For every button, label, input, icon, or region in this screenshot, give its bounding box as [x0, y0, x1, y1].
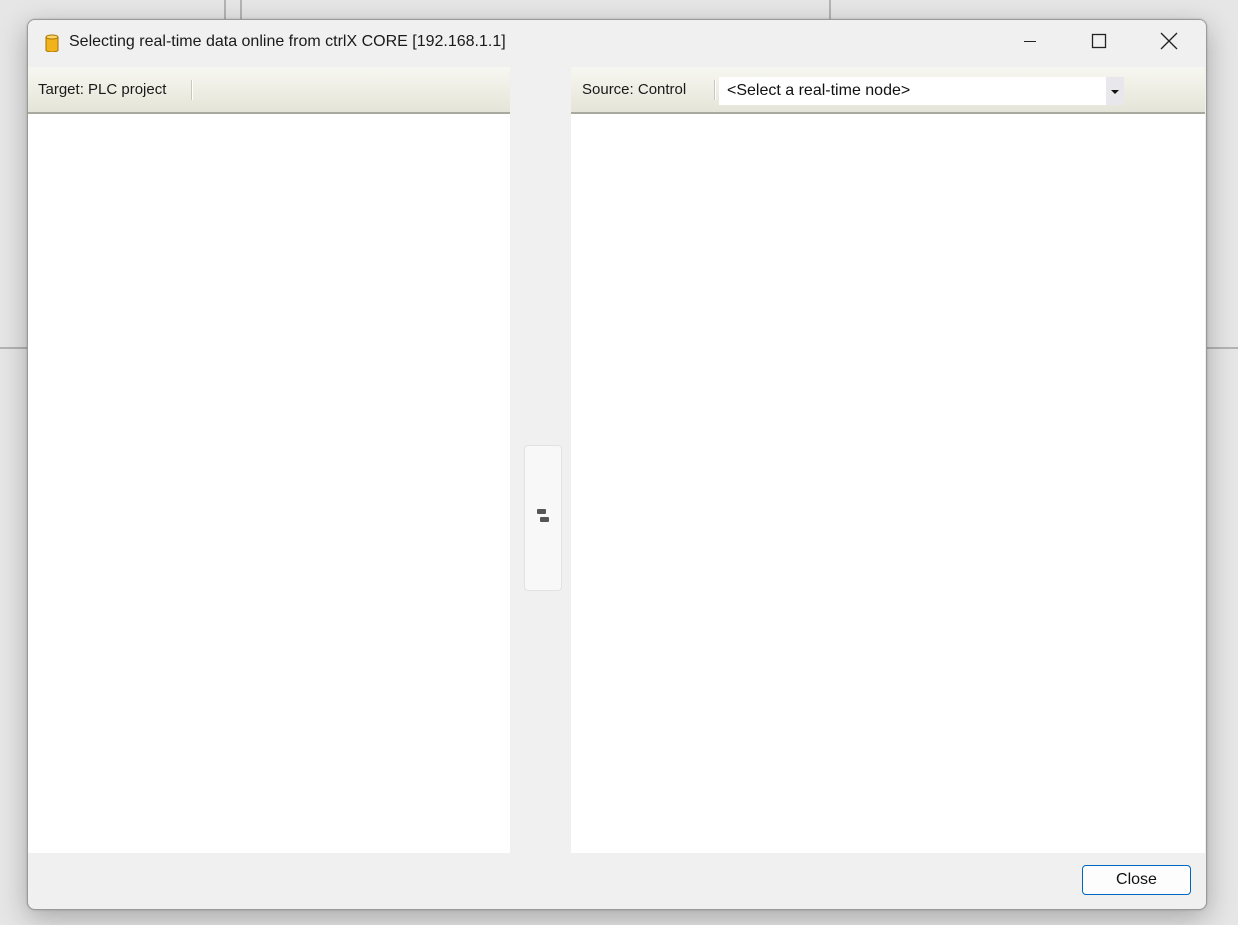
- minimize-button[interactable]: [997, 20, 1063, 66]
- pane-splitter[interactable]: [510, 67, 571, 853]
- close-window-button[interactable]: [1136, 20, 1202, 66]
- realtime-data-dialog: Selecting real-time data online from ctr…: [27, 19, 1207, 910]
- source-pane-header: Source: Control <Select a real-time node…: [571, 67, 1205, 114]
- close-button[interactable]: Close: [1082, 865, 1191, 895]
- header-separator: [714, 80, 716, 100]
- background-window-edge: [829, 0, 831, 19]
- chevron-down-icon: [1111, 82, 1119, 100]
- maximize-button[interactable]: [1066, 20, 1132, 66]
- close-icon: [1160, 32, 1178, 55]
- source-pane[interactable]: Source: Control <Select a real-time node…: [571, 67, 1205, 853]
- minimize-icon: [1022, 33, 1038, 54]
- maximize-icon: [1091, 33, 1107, 54]
- window-title: Selecting real-time data online from ctr…: [69, 33, 506, 50]
- source-label: Source: Control: [582, 81, 687, 98]
- background-window-edge: [1205, 347, 1238, 349]
- target-pane[interactable]: Target: PLC project: [28, 67, 510, 853]
- header-separator: [191, 80, 193, 100]
- background-window-edge: [0, 347, 27, 349]
- dropdown-arrow-button[interactable]: [1106, 77, 1124, 105]
- transfer-icon: [535, 506, 551, 531]
- background-window-edge: [224, 0, 226, 19]
- splitter-handle[interactable]: [524, 445, 562, 591]
- realtime-node-select-value: <Select a real-time node>: [727, 82, 911, 99]
- target-pane-header: Target: PLC project: [28, 67, 510, 114]
- target-label: Target: PLC project: [38, 81, 167, 98]
- database-icon: [45, 34, 59, 53]
- realtime-node-select[interactable]: <Select a real-time node>: [719, 77, 1124, 105]
- background-window-edge: [240, 0, 242, 19]
- title-bar[interactable]: Selecting real-time data online from ctr…: [28, 20, 1206, 66]
